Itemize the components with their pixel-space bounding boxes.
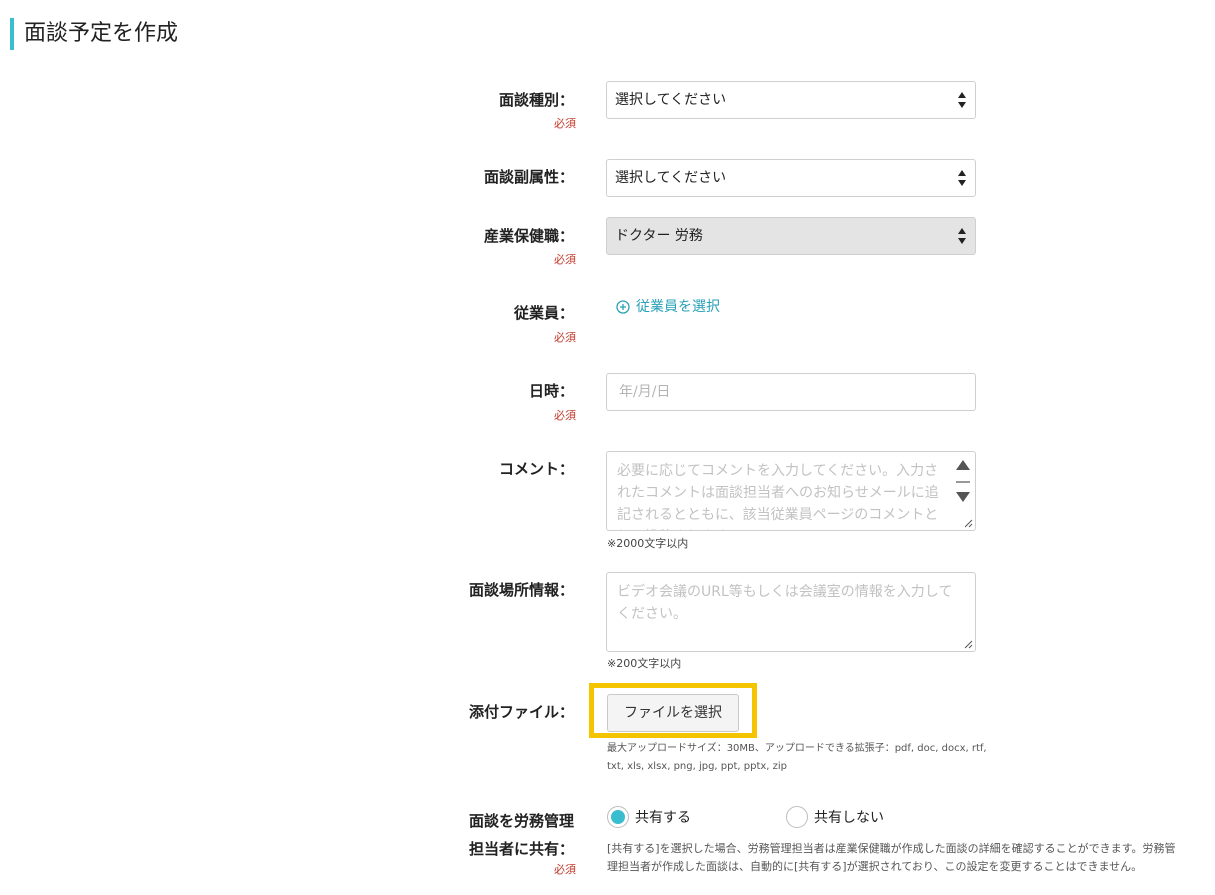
select-arrows-icon xyxy=(958,170,966,186)
type-label: 面談種別： xyxy=(498,91,574,109)
doctor-label: 産業保健職： xyxy=(483,227,574,245)
doctor-select[interactable]: ドクター 労務 xyxy=(606,217,976,255)
date-input[interactable]: 年/月/日 xyxy=(606,373,976,411)
share-required: 必須 xyxy=(554,863,576,876)
radio-unselected-icon[interactable] xyxy=(786,806,808,828)
choose-file-button[interactable]: ファイルを選択 xyxy=(607,694,739,732)
share-yes-label: 共有する xyxy=(635,810,691,826)
doctor-select-value: ドクター 労務 xyxy=(615,228,703,244)
page-title: 面談予定を作成 xyxy=(10,18,178,50)
comment-placeholder: 必要に応じてコメントを入力してください。入力されたコメントは面談担当者へのお知ら… xyxy=(617,463,939,530)
datetime-required: 必須 xyxy=(554,409,576,422)
scroll-thumb[interactable] xyxy=(956,481,970,483)
comment-textarea[interactable]: 必要に応じてコメントを入力してください。入力されたコメントは面談担当者へのお知ら… xyxy=(606,451,976,531)
share-hint: [共有する]を選択した場合、労務管理担当者は産業保健職が作成した面談の詳細を確認… xyxy=(607,842,1176,873)
location-label: 面談場所情報： xyxy=(468,581,574,599)
employee-required: 必須 xyxy=(554,331,576,344)
select-employee-text: 従業員を選択 xyxy=(636,299,720,315)
attachment-label: 添付ファイル： xyxy=(468,703,574,721)
sub-attr-label: 面談副属性： xyxy=(483,168,574,186)
employee-label: 従業員： xyxy=(513,304,574,322)
share-yes-radio[interactable]: 共有する xyxy=(607,806,691,828)
sub-attr-select[interactable]: 選択してください xyxy=(606,159,976,197)
select-arrows-icon xyxy=(958,92,966,108)
select-employee-link[interactable]: 従業員を選択 xyxy=(616,298,720,316)
scroll-down-icon[interactable] xyxy=(955,491,971,503)
share-no-radio[interactable]: 共有しない xyxy=(786,806,884,828)
plus-circle-icon xyxy=(616,300,630,314)
location-hint: ※200文字以内 xyxy=(607,657,682,670)
scroll-up-icon[interactable] xyxy=(955,459,971,471)
type-required: 必須 xyxy=(554,117,576,130)
share-label-line1: 面談を労務管理 xyxy=(468,812,574,830)
datetime-label: 日時： xyxy=(528,382,574,400)
resize-handle-icon[interactable] xyxy=(963,518,973,528)
radio-selected-icon[interactable] xyxy=(607,806,629,828)
sub-attr-select-value: 選択してください xyxy=(615,170,727,186)
doctor-required: 必須 xyxy=(554,253,576,266)
type-select[interactable]: 選択してください xyxy=(606,81,976,119)
resize-handle-icon[interactable] xyxy=(963,639,973,649)
select-arrows-icon xyxy=(958,228,966,244)
share-label-line2: 担当者に共有： xyxy=(468,840,574,858)
type-select-value: 選択してください xyxy=(615,92,727,108)
location-placeholder: ビデオ会議のURL等もしくは会議室の情報を入力してください。 xyxy=(617,584,953,622)
comment-label: コメント： xyxy=(498,460,574,478)
comment-hint: ※2000文字以内 xyxy=(607,537,689,550)
share-label: 面談を労務管理 担当者に共有： xyxy=(404,807,574,863)
location-textarea[interactable]: ビデオ会議のURL等もしくは会議室の情報を入力してください。 xyxy=(606,572,976,652)
attachment-hint: 最大アップロードサイズ：30MB、アップロードできる拡張子：pdf, doc, … xyxy=(607,743,987,772)
share-no-label: 共有しない xyxy=(814,810,884,826)
